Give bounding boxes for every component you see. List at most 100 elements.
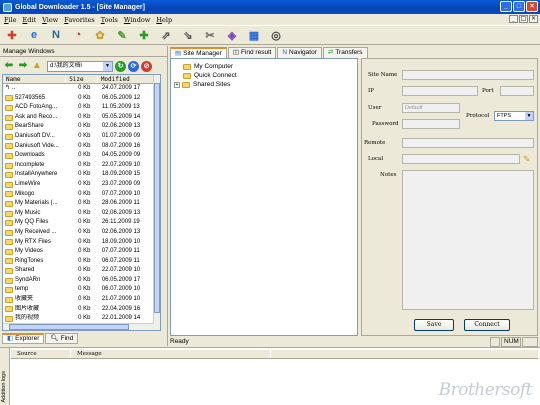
- netscape-icon[interactable]: N: [48, 27, 64, 43]
- menu-favorites[interactable]: Favorites: [64, 16, 95, 24]
- stop-icon[interactable]: ⊘: [141, 60, 152, 72]
- file-row[interactable]: My Music 0 Kb 02.06.2009 13: [3, 209, 160, 219]
- column-message[interactable]: Message: [71, 350, 271, 358]
- file-row[interactable]: temp 0 Kb 06.07.2009 10: [3, 285, 160, 295]
- chevron-down-icon[interactable]: ▼: [525, 112, 533, 120]
- menu-window[interactable]: Window: [124, 16, 150, 24]
- menu-view[interactable]: View: [42, 16, 58, 24]
- file-row[interactable]: Downloads 0 Kb 04.05.2009 09: [3, 151, 160, 161]
- path-combobox[interactable]: d:\我的文档\ ▼: [47, 60, 113, 72]
- file-row[interactable]: My Materials (... 0 Kb 28.06.2009 11: [3, 199, 160, 209]
- local-path-field[interactable]: [402, 154, 520, 164]
- up-folder-icon[interactable]: ▲: [31, 60, 43, 72]
- expand-icon[interactable]: +: [174, 81, 180, 88]
- add-download-icon[interactable]: ✚: [136, 27, 152, 43]
- stop-download-icon[interactable]: ⇘: [180, 27, 196, 43]
- opera-icon[interactable]: ◔: [70, 27, 86, 43]
- log-side-tab[interactable]: Addition logs: [0, 348, 10, 405]
- tree-item-shared-sites[interactable]: + Shared Sites: [174, 81, 230, 88]
- close-button[interactable]: ×: [526, 1, 538, 12]
- file-row[interactable]: Daniusoft DV... 0 Kb 01.07.2009 09: [3, 132, 160, 142]
- stats-icon[interactable]: ▦: [246, 27, 262, 43]
- file-row[interactable]: My Received ... 0 Kb 02.06.2009 13: [3, 228, 160, 238]
- column-modified[interactable]: Modified: [98, 75, 160, 83]
- file-row[interactable]: My RTX Files 0 Kb 18.09.2009 10: [3, 238, 160, 248]
- file-row[interactable]: Daniusoft Vide... 0 Kb 08.07.2009 16: [3, 142, 160, 152]
- chevron-down-icon[interactable]: ▼: [103, 61, 112, 71]
- file-row[interactable]: Incomplete 0 Kb 22.07.2009 10: [3, 161, 160, 171]
- menu-help[interactable]: Help: [156, 16, 172, 24]
- menu-edit[interactable]: Edit: [23, 16, 37, 24]
- column-source[interactable]: Source: [11, 350, 71, 358]
- menu-tools[interactable]: Tools: [101, 16, 118, 24]
- file-list[interactable]: Name Size Modified ↰.. 0 Kb 24.07.2009 17 5…: [2, 74, 161, 331]
- tree-item-my-computer[interactable]: My Computer: [183, 63, 233, 70]
- horizontal-scrollbar[interactable]: [3, 323, 154, 330]
- file-row[interactable]: My Videos 0 Kb 07.07.2009 11: [3, 247, 160, 257]
- file-row[interactable]: Ask and Reco... 0 Kb 05.05.2009 14: [3, 113, 160, 123]
- column-name[interactable]: Name: [3, 75, 67, 83]
- go-icon[interactable]: ↻: [115, 60, 126, 72]
- remote-path-field[interactable]: [402, 138, 534, 148]
- mdi-minimize-button[interactable]: _: [509, 15, 518, 23]
- edit-icon[interactable]: ✎: [114, 27, 130, 43]
- site-name-field[interactable]: [402, 70, 534, 80]
- file-row[interactable]: LimeWire 0 Kb 23.07.2009 09: [3, 180, 160, 190]
- port-field[interactable]: [500, 86, 534, 96]
- application-window: Global Downloader 1.5 - [Site Manager] _…: [0, 0, 540, 405]
- file-row[interactable]: 收藏夹 0 Kb 21.07.2009 10: [3, 295, 160, 305]
- tab-label: Find: [60, 334, 74, 342]
- tab-site-manager[interactable]: ▤ Site Manager: [170, 47, 227, 58]
- file-row[interactable]: Mikogo 0 Kb 07.07.2009 10: [3, 190, 160, 200]
- ip-field[interactable]: [402, 86, 478, 96]
- browse-folder-icon[interactable]: ✎: [523, 154, 535, 164]
- file-row[interactable]: ↰.. 0 Kb 24.07.2009 17: [3, 84, 160, 94]
- settings-icon[interactable]: ✿: [92, 27, 108, 43]
- title-bar[interactable]: Global Downloader 1.5 - [Site Manager] _…: [0, 0, 540, 14]
- file-row[interactable]: My QQ Files 0 Kb 26.11.2009 19: [3, 218, 160, 228]
- site-properties-form: Site Name IP Port User Default Protocol …: [361, 58, 538, 336]
- internet-explorer-icon[interactable]: e: [26, 27, 42, 43]
- site-tree[interactable]: My Computer Quick Connect + Shared Sites: [170, 58, 358, 336]
- schedule-icon[interactable]: ◈: [224, 27, 240, 43]
- tree-item-quick-connect[interactable]: Quick Connect: [183, 72, 237, 79]
- save-button[interactable]: Save: [414, 319, 454, 331]
- file-row[interactable]: ACD FotoAng... 0 Kb 11.05.2009 13: [3, 103, 160, 113]
- file-row[interactable]: Shared 0 Kb 22.07.2009 10: [3, 266, 160, 276]
- file-row[interactable]: InstallAnywhere 0 Kb 18.09.2009 15: [3, 170, 160, 180]
- new-connection-icon[interactable]: ✚: [4, 27, 20, 43]
- user-field[interactable]: Default: [402, 103, 460, 113]
- delete-icon[interactable]: ✂: [202, 27, 218, 43]
- tab-explorer[interactable]: ◧ Explorer: [2, 333, 45, 344]
- mdi-restore-button[interactable]: □: [519, 15, 528, 23]
- vertical-scrollbar[interactable]: [153, 75, 160, 330]
- tab-transfers[interactable]: ⇄ Transfers: [322, 47, 368, 58]
- minimize-button[interactable]: _: [500, 1, 512, 12]
- exit-icon[interactable]: ◎: [268, 27, 284, 43]
- start-download-icon[interactable]: ⇗: [158, 27, 174, 43]
- back-arrow-icon[interactable]: ⬅: [3, 60, 15, 72]
- tab-find-result[interactable]: ◫ Find result: [227, 47, 277, 58]
- folder-icon: [5, 162, 13, 169]
- maximize-button[interactable]: □: [513, 1, 525, 12]
- menu-file[interactable]: File: [4, 16, 17, 24]
- password-field[interactable]: [402, 119, 460, 129]
- forward-arrow-icon[interactable]: ➡: [17, 60, 29, 72]
- file-row[interactable]: RingTones 0 Kb 06.07.2009 11: [3, 257, 160, 267]
- mdi-close-button[interactable]: ×: [529, 15, 538, 23]
- file-row[interactable]: SyndARn 0 Kb 06.05.2009 17: [3, 276, 160, 286]
- notes-field[interactable]: [402, 170, 534, 310]
- file-row[interactable]: 图片收藏 0 Kb 22.04.2009 16: [3, 305, 160, 315]
- protocol-select[interactable]: FTPS ▼: [494, 111, 534, 121]
- scrollbar-thumb[interactable]: [9, 324, 129, 330]
- file-row[interactable]: 527493565 0 Kb 06.05.2009 12: [3, 94, 160, 104]
- file-row[interactable]: BearShare 0 Kb 02.06.2009 13: [3, 122, 160, 132]
- file-name-text: Downloads: [15, 152, 45, 159]
- refresh-icon[interactable]: ⟳: [128, 60, 139, 72]
- column-size[interactable]: Size: [66, 75, 98, 83]
- tab-find[interactable]: 🔍︎ Find: [45, 333, 79, 344]
- scrollbar-thumb[interactable]: [154, 83, 160, 313]
- connect-button[interactable]: Connect: [464, 319, 510, 331]
- folder-icon: [5, 210, 13, 217]
- tab-navigator[interactable]: N Navigator: [277, 47, 322, 58]
